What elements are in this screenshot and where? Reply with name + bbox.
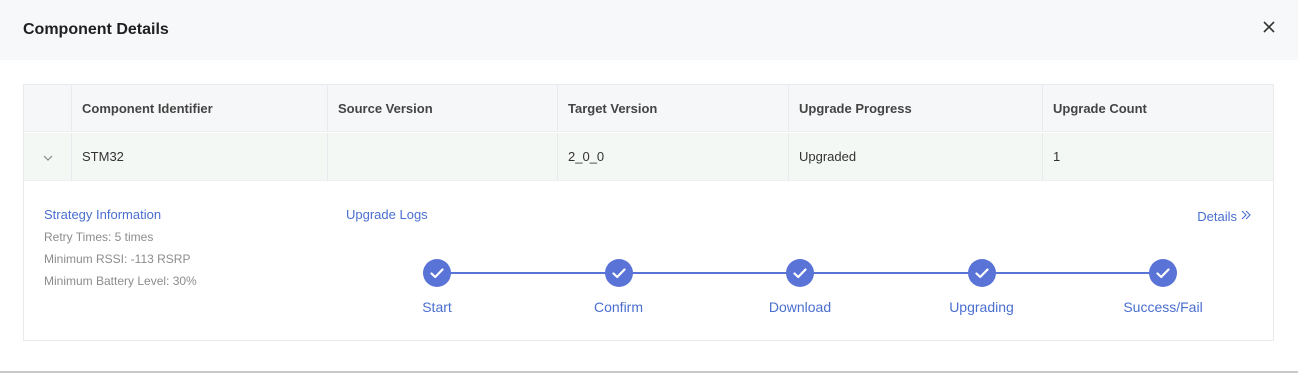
step-label: Success/Fail: [1123, 299, 1203, 315]
step-check-icon: [604, 259, 633, 287]
chevron-down-icon: [43, 149, 53, 164]
expanded-row-panel: Strategy Information Retry Times: 5 time…: [24, 181, 1273, 341]
step-label: Start: [422, 299, 452, 315]
component-table: Component Identifier Source Version Targ…: [23, 84, 1274, 341]
column-header-expand: [24, 85, 72, 131]
modal-title: Component Details: [23, 21, 169, 38]
column-header-target-version: Target Version: [558, 85, 789, 131]
step-check-icon: [786, 259, 814, 287]
column-header-upgrade-progress: Upgrade Progress: [789, 85, 1043, 131]
cell-component-identifier: STM32: [72, 133, 328, 180]
upgrade-steps: Start Confirm Download Upgrading Success/Fai…: [24, 181, 1273, 341]
table-header: Component Identifier Source Version Targ…: [24, 85, 1273, 132]
column-header-component-identifier: Component Identifier: [72, 85, 328, 131]
close-icon: [1263, 20, 1275, 38]
step-check-icon: [967, 259, 996, 287]
column-header-upgrade-count: Upgrade Count: [1053, 100, 1147, 116]
step-label: Upgrading: [949, 299, 1014, 315]
cell-upgrade-progress: Upgraded: [789, 133, 1043, 180]
cell-target-version: 2_0_0: [558, 133, 789, 180]
step-check-icon: [423, 259, 451, 287]
column-header-source-version: Source Version: [328, 85, 558, 131]
row-expand-toggle[interactable]: [24, 133, 72, 180]
step-check-icon: [1149, 259, 1177, 287]
cell-source-version: [328, 133, 558, 180]
step-label: Confirm: [593, 299, 644, 315]
table-row[interactable]: STM32 2_0_0 Upgraded 1: [24, 133, 1273, 181]
modal-header: Component Details: [0, 0, 1298, 60]
step-label: Download: [768, 299, 832, 315]
close-button[interactable]: [1260, 18, 1278, 40]
cell-upgrade-count: 1: [1053, 149, 1061, 164]
